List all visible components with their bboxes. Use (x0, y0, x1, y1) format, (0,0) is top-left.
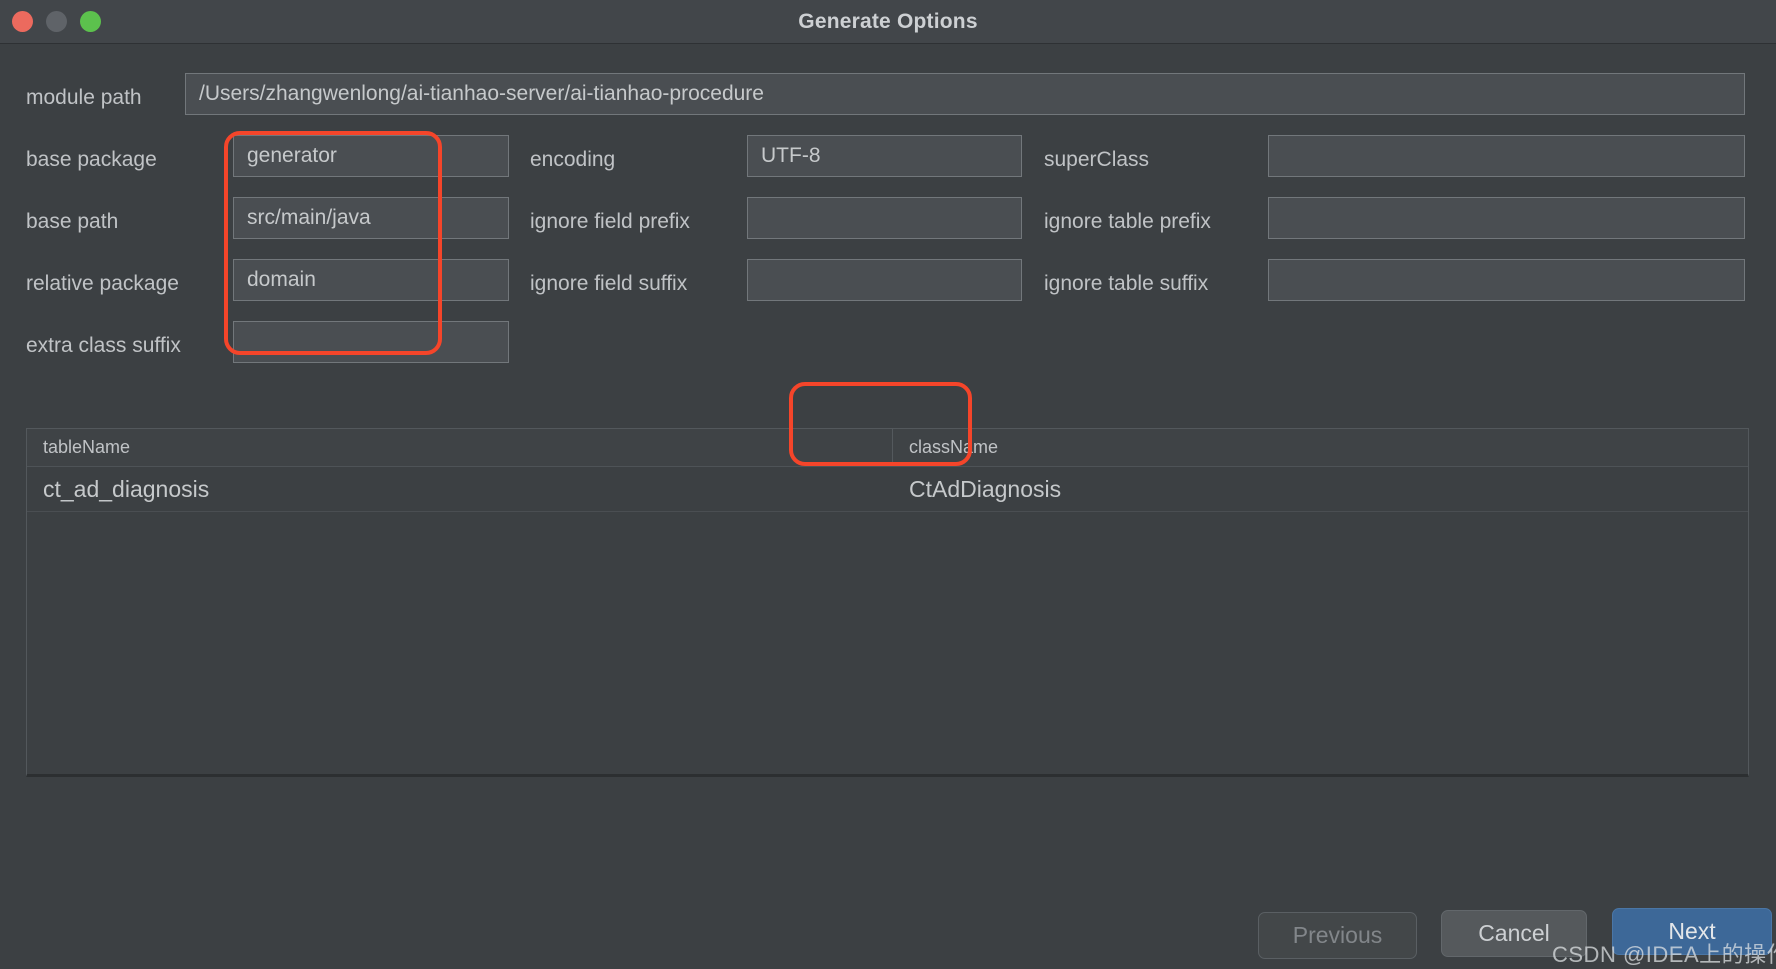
table-row[interactable]: ct_ad_diagnosis CtAdDiagnosis (27, 467, 1748, 512)
cell-tablename: ct_ad_diagnosis (43, 475, 210, 502)
watermark-text: CSDN @IDEA上的操作工 (1552, 942, 1776, 967)
table-header-row: tableName className (27, 429, 1748, 467)
module-path-input[interactable]: /Users/zhangwenlong/ai-tianhao-server/ai… (185, 73, 1745, 115)
generate-table: tableName className ct_ad_diagnosis CtAd… (26, 428, 1749, 777)
base-path-label: base path (26, 210, 119, 233)
super-class-input[interactable] (1268, 135, 1745, 177)
super-class-label: superClass (1044, 148, 1150, 171)
window-title-bar: Generate Options (0, 0, 1776, 44)
relative-package-input[interactable]: domain (233, 259, 509, 301)
ignore-field-suffix-input[interactable] (747, 259, 1022, 301)
extra-class-suffix-label: extra class suffix (26, 334, 181, 357)
ignore-field-prefix-input[interactable] (747, 197, 1022, 239)
extra-class-suffix-input[interactable] (233, 321, 509, 363)
cell-classname: CtAdDiagnosis (909, 475, 1062, 502)
encoding-label: encoding (530, 148, 616, 171)
table-header-classname[interactable]: className (893, 429, 1748, 466)
ignore-field-suffix-label: ignore field suffix (530, 272, 688, 295)
ignore-field-prefix-label: ignore field prefix (530, 210, 690, 233)
dialog-body: module path /Users/zhangwenlong/ai-tianh… (0, 45, 1776, 967)
ignore-table-suffix-label: ignore table suffix (1044, 272, 1209, 295)
base-path-input[interactable]: src/main/java (233, 197, 509, 239)
relative-package-label: relative package (26, 272, 179, 295)
module-path-label: module path (26, 86, 142, 109)
base-package-label: base package (26, 148, 157, 171)
encoding-input[interactable]: UTF-8 (747, 135, 1022, 177)
previous-button[interactable]: Previous (1258, 912, 1417, 959)
ignore-table-prefix-label: ignore table prefix (1044, 210, 1211, 233)
table-header-tablename[interactable]: tableName (27, 429, 893, 466)
ignore-table-suffix-input[interactable] (1268, 259, 1745, 301)
base-package-input[interactable]: generator (233, 135, 509, 177)
ignore-table-prefix-input[interactable] (1268, 197, 1745, 239)
window-title: Generate Options (798, 10, 978, 33)
